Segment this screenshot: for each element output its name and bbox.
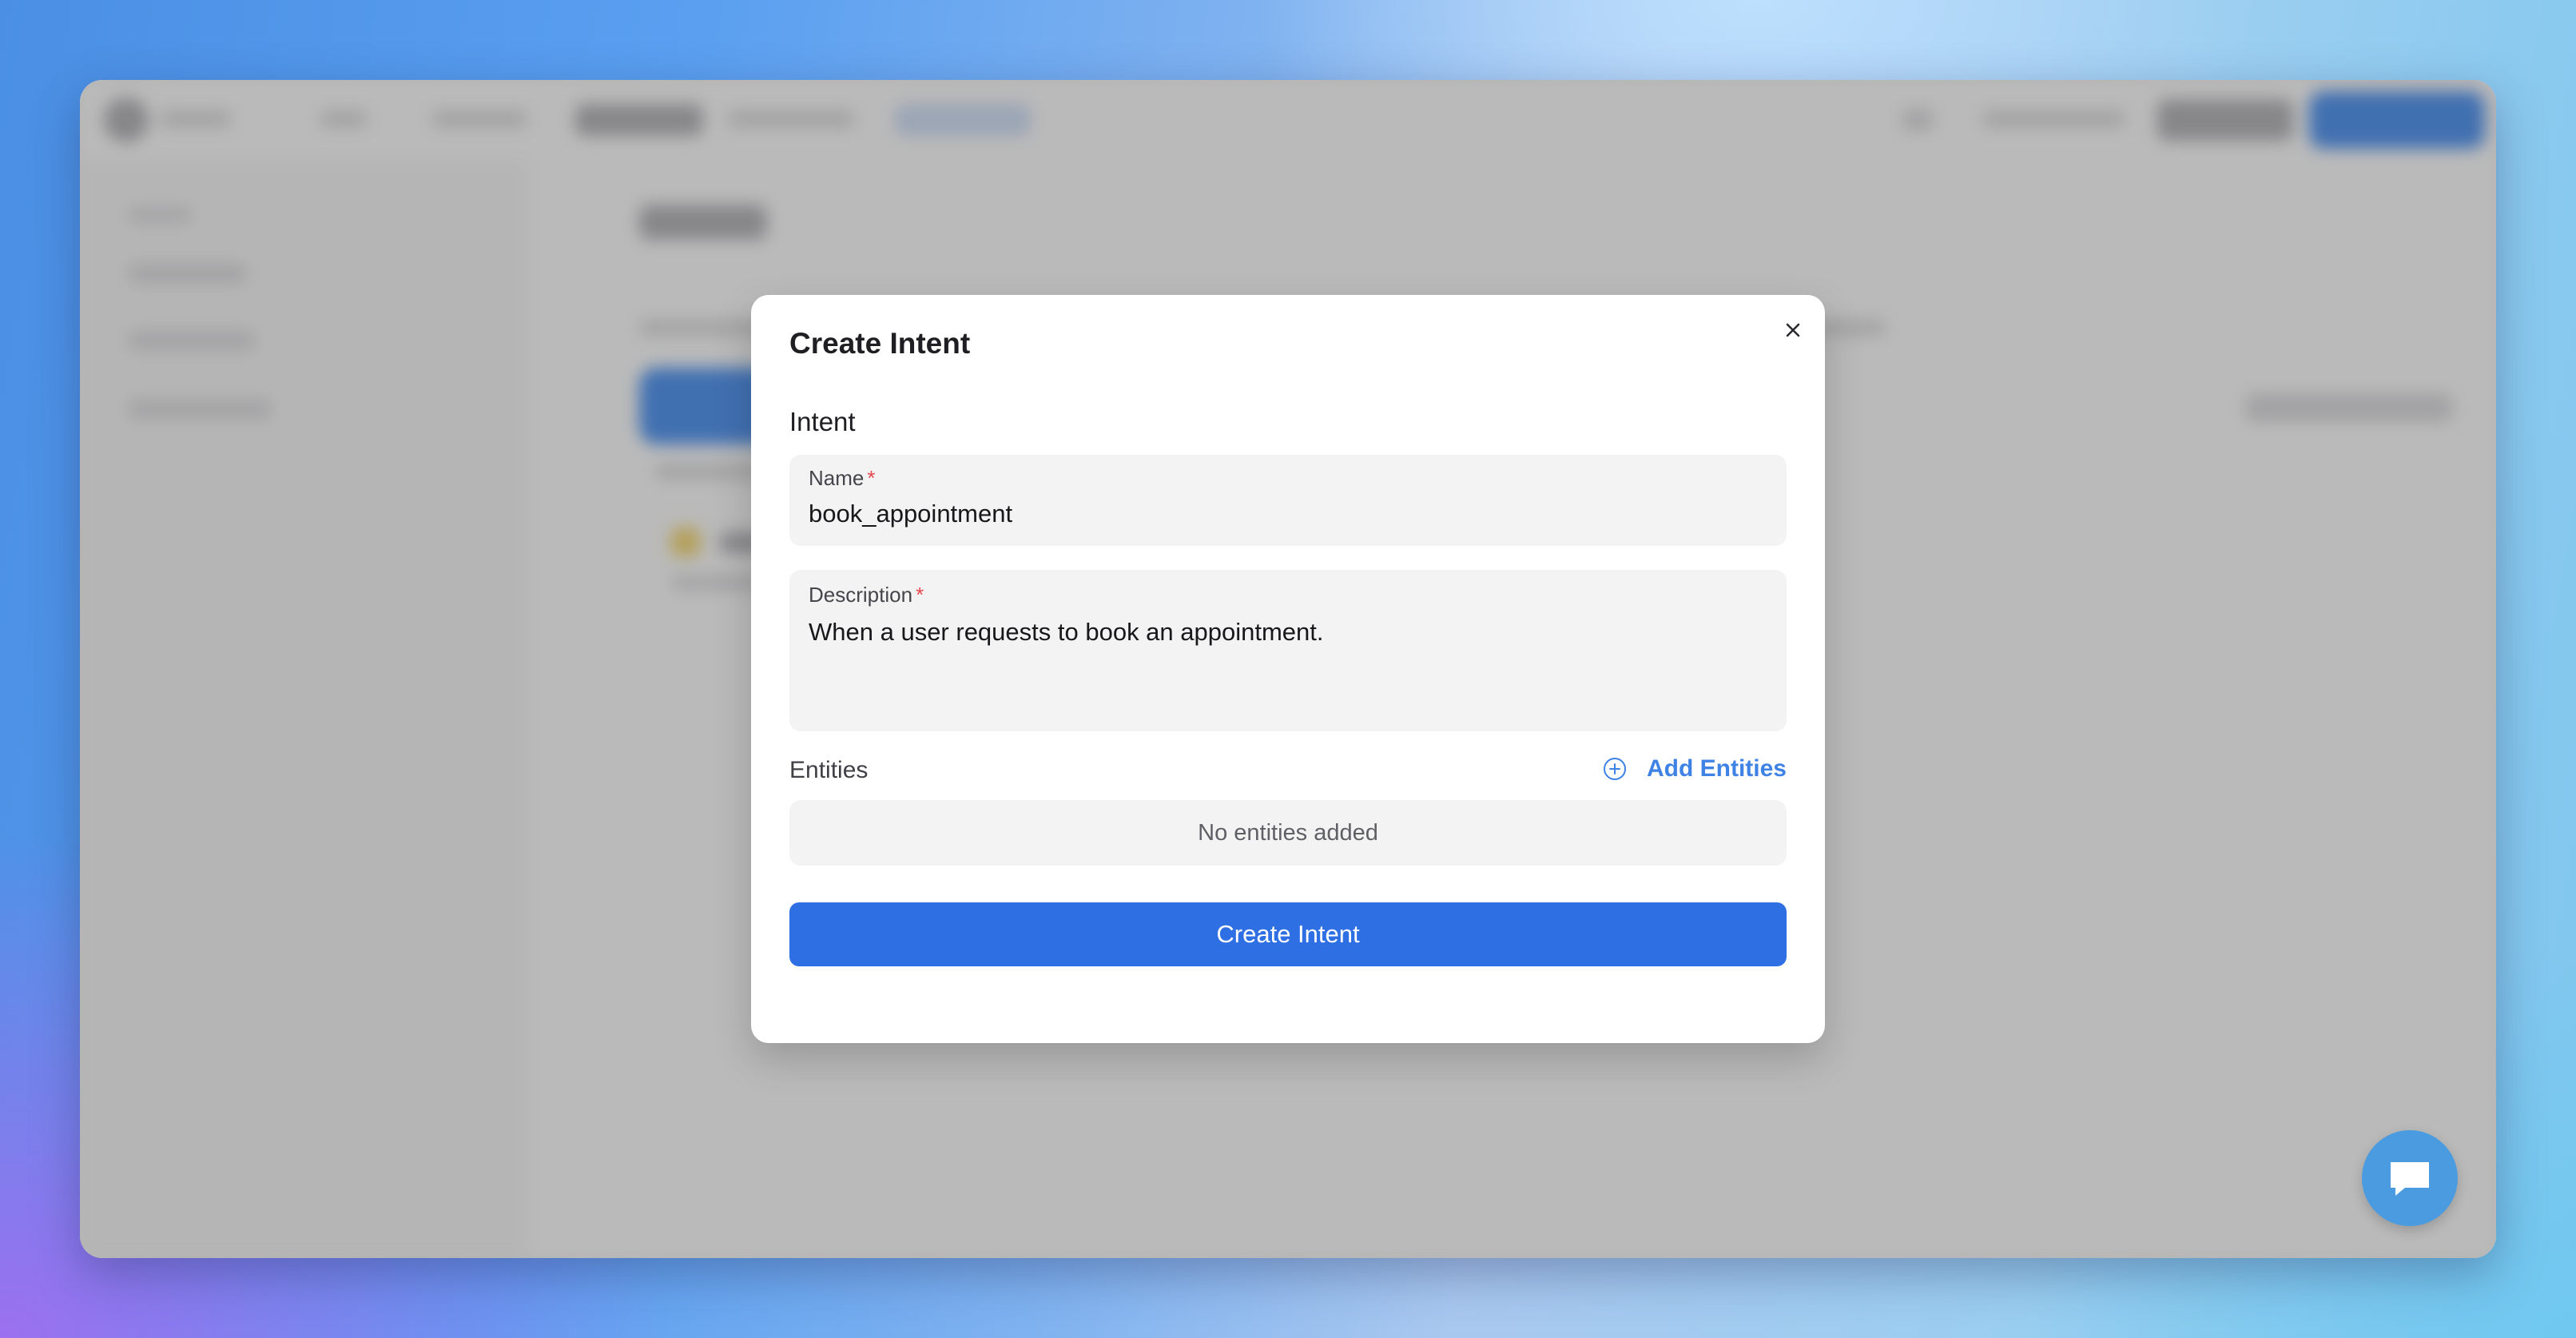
name-field[interactable]: Name * — [789, 455, 1787, 546]
chat-launcher-button[interactable] — [2362, 1130, 2458, 1226]
modal-title: Create Intent — [789, 327, 971, 360]
name-label-text: Name — [809, 466, 865, 490]
name-input[interactable] — [809, 500, 1767, 528]
description-field[interactable]: Description * When a user requests to boo… — [789, 570, 1787, 731]
description-label: Description * — [809, 583, 924, 607]
close-button[interactable] — [1777, 314, 1809, 346]
description-input[interactable]: When a user requests to book an appointm… — [809, 618, 1767, 714]
name-label: Name * — [809, 466, 875, 491]
entities-list: No entities added — [789, 800, 1787, 866]
close-icon — [1786, 323, 1800, 337]
intent-section-label: Intent — [789, 407, 856, 436]
plus-circle-icon — [1603, 758, 1626, 780]
required-asterisk: * — [916, 583, 924, 607]
add-entities-label: Add Entities — [1646, 755, 1787, 782]
create-intent-modal: Create Intent Intent Name* Description* … — [751, 295, 1825, 1043]
add-entities-button[interactable]: Add Entities — [1602, 752, 1787, 786]
create-intent-button[interactable]: Create Intent — [789, 902, 1787, 966]
entities-label: Entities — [789, 757, 869, 783]
required-asterisk: * — [867, 466, 876, 490]
chat-icon — [2391, 1162, 2429, 1196]
description-label-text: Description — [809, 583, 913, 607]
entities-empty-text: No entities added — [1198, 819, 1378, 846]
create-intent-button-label: Create Intent — [1216, 920, 1360, 948]
